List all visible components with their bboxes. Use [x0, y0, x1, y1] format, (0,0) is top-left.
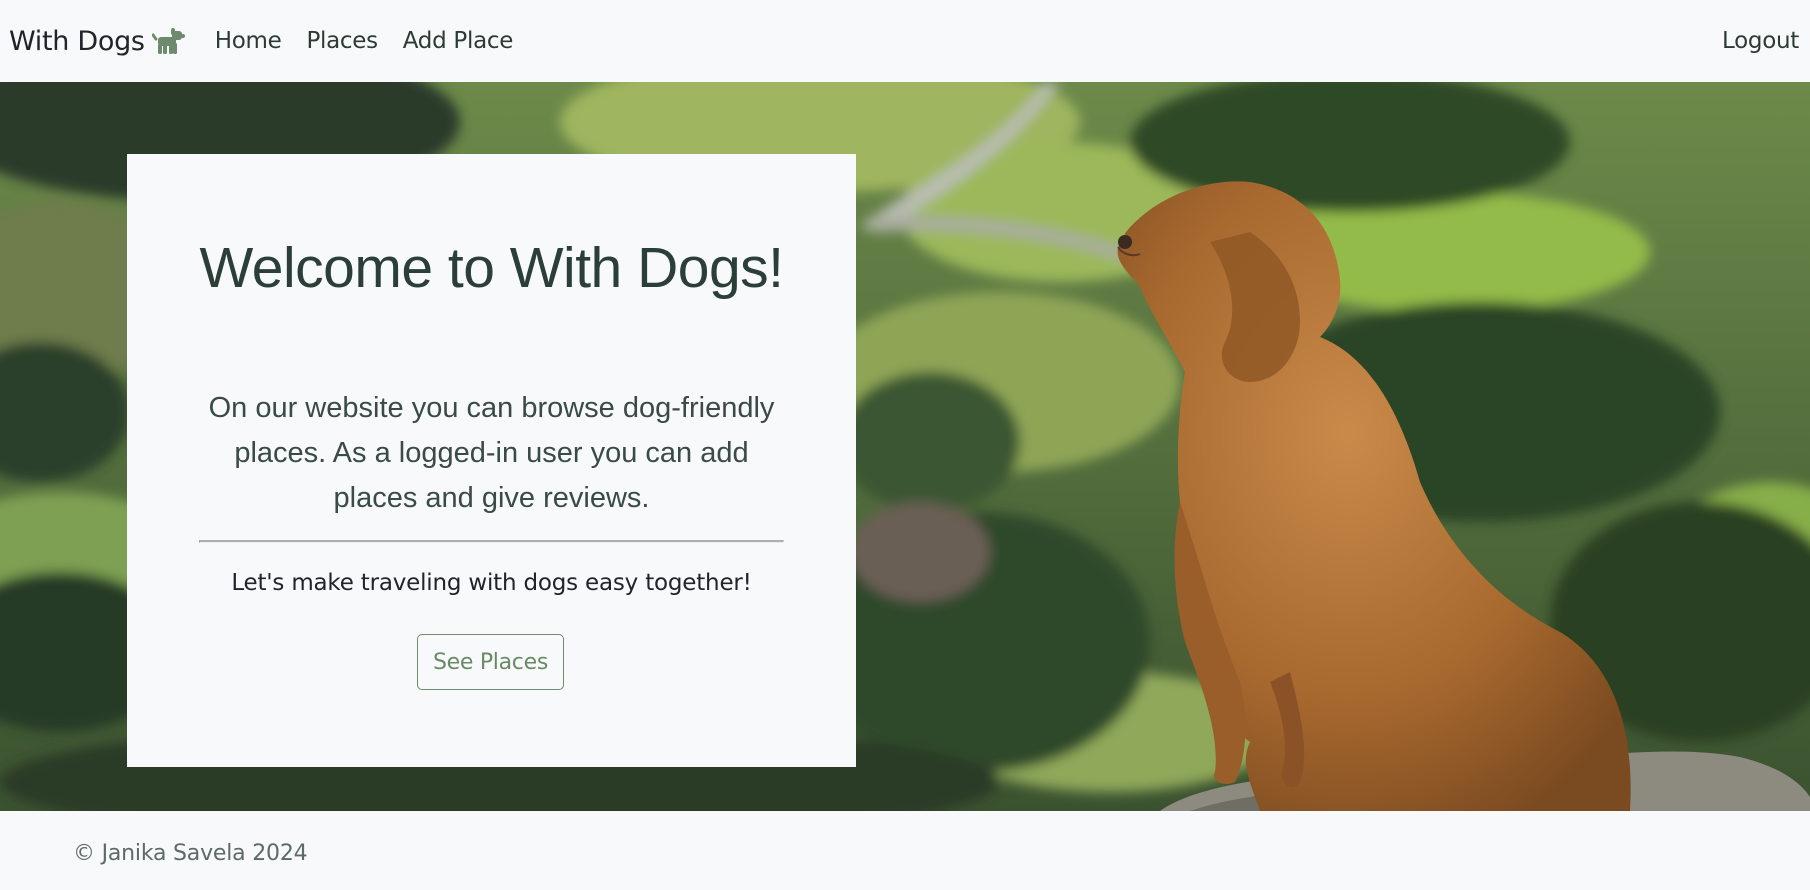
logout-link[interactable]: Logout [1722, 28, 1799, 54]
welcome-description: On our website you can browse dog-friend… [208, 392, 775, 514]
nav-links: Home Places Add Place [215, 28, 538, 54]
navbar: With Dogs Home Places Add Place Logout [0, 0, 1810, 82]
brand-link[interactable]: With Dogs [9, 26, 186, 57]
nav-places-link[interactable]: Places [306, 28, 378, 54]
see-places-button[interactable]: See Places [417, 634, 564, 690]
nav-add-place-link[interactable]: Add Place [403, 28, 514, 54]
welcome-title: Welcome to With Dogs! [199, 236, 784, 300]
dog-icon [151, 26, 186, 56]
hero-section: Welcome to With Dogs! On our website you… [0, 82, 1810, 811]
nav-right: Logout [1722, 28, 1799, 54]
nav-home-link[interactable]: Home [215, 28, 282, 54]
footer-copyright: © Janika Savela 2024 [73, 841, 308, 866]
divider [199, 540, 784, 543]
footer: © Janika Savela 2024 [0, 811, 1810, 890]
brand-name: With Dogs [9, 25, 145, 57]
welcome-card: Welcome to With Dogs! On our website you… [127, 154, 856, 767]
welcome-tagline: Let's make traveling with dogs easy toge… [231, 570, 752, 596]
